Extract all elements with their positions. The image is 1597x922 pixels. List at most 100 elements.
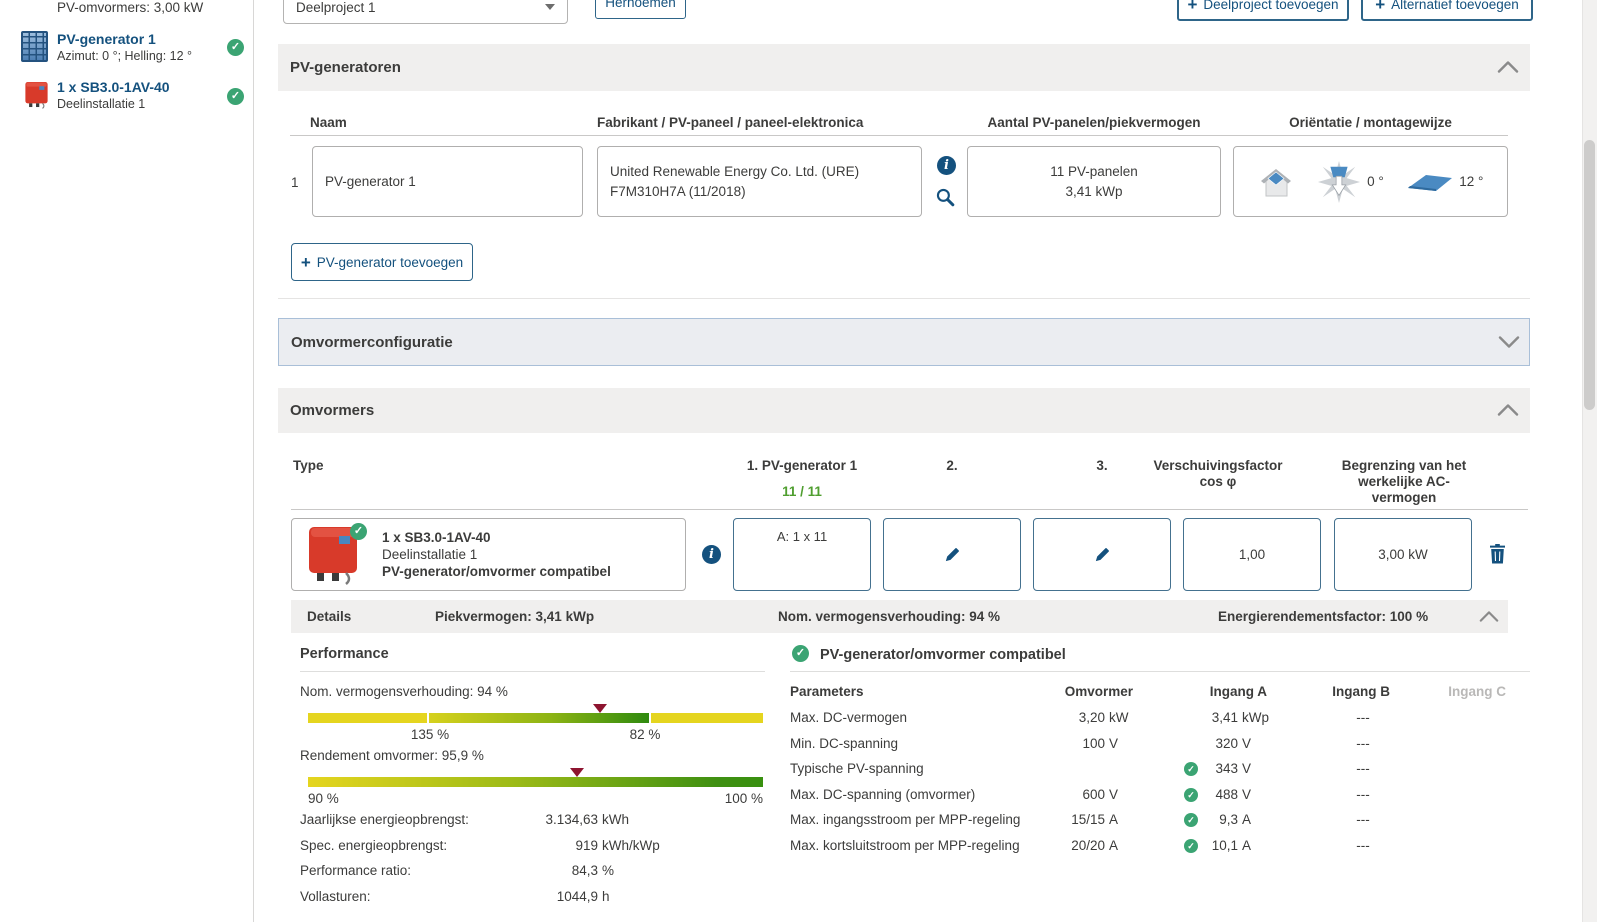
plus-icon: + — [1187, 0, 1197, 13]
column-header-ac-limit: Begrenzing van het werkelijke AC-vermoge… — [1334, 458, 1474, 506]
cosphi-box[interactable]: 1,00 — [1183, 518, 1321, 591]
check-icon: ✓ — [227, 39, 244, 56]
check-icon: ✓ — [792, 645, 809, 662]
details-nominal-ratio: Nom. vermogensverhouding: 94 % — [778, 600, 1000, 633]
input-a-value: 10,1 — [1194, 838, 1238, 853]
column-header-name: Naam — [310, 115, 347, 130]
peak-power: 3,41 kWp — [1065, 182, 1122, 202]
input-a-unit: V — [1242, 761, 1251, 776]
sidebar-item-pv-generator[interactable]: PV-generator 1 Azimut: 0 °; Helling: 12 … — [0, 28, 253, 72]
subproject-select-value: Deelproject 1 — [296, 0, 376, 15]
column-header-2: 2. — [902, 458, 1002, 473]
gauge1-tick-left: 135 % — [390, 727, 470, 742]
vertical-scrollbar[interactable] — [1582, 0, 1597, 922]
sidebar-item-inverter[interactable]: 1 x SB3.0-1AV-40 Deelinstallatie 1 ✓ — [0, 76, 253, 120]
inverter-value: 20/20 — [1045, 838, 1105, 853]
compatibility-title: PV-generator/omvormer compatibel — [820, 647, 1066, 663]
add-subproject-button[interactable]: + Deelproject toevoegen — [1177, 0, 1349, 21]
info-icon[interactable]: i — [937, 156, 956, 175]
subproject-select[interactable]: Deelproject 1 — [283, 0, 568, 24]
metric-value: 919 — [510, 838, 598, 853]
input-a-assignment: A: 1 x 11 — [777, 529, 827, 544]
input-a-value: 9,3 — [1194, 812, 1238, 827]
add-alternative-label: Alternatief toevoegen — [1391, 0, 1519, 12]
pv-generators-section-body: Naam Fabrikant / PV-paneel / paneel-elek… — [278, 91, 1530, 299]
inverter-type-box[interactable]: ✓ 1 x SB3.0-1AV-40 Deelinstallatie 1 PV-… — [291, 518, 686, 591]
panel-select-box[interactable]: United Renewable Energy Co. Ltd. (URE) F… — [597, 146, 922, 217]
rename-button[interactable]: Hernoemen — [595, 0, 686, 19]
chevron-up-icon[interactable] — [1479, 611, 1499, 622]
search-icon[interactable] — [935, 187, 956, 208]
input-b-value: --- — [1343, 736, 1383, 751]
add-pv-generator-label: PV-generator toevoegen — [317, 255, 463, 270]
row-index: 1 — [291, 175, 299, 190]
edit-generator2-button[interactable] — [883, 518, 1021, 591]
pv-generators-section-header[interactable]: PV-generatoren — [278, 44, 1530, 91]
inverter-icon — [24, 81, 49, 109]
orientation-box[interactable]: 0 ° 12 ° — [1233, 146, 1508, 217]
add-pv-generator-button[interactable]: + PV-generator toevoegen — [291, 243, 473, 281]
parameter-label: Max. kortsluitstroom per MPP-regeling — [790, 838, 1020, 853]
column-header-input-c: Ingang C — [1366, 684, 1506, 699]
check-icon: ✓ — [350, 523, 367, 540]
sidebar-item-subtitle: Deelinstallatie 1 — [57, 97, 145, 111]
ac-limit-value: 3,00 kW — [1378, 547, 1428, 562]
scrollbar-thumb[interactable] — [1584, 140, 1595, 410]
chevron-up-icon[interactable] — [1497, 404, 1519, 416]
section-title: Omvormerconfiguratie — [291, 334, 453, 351]
details-bar[interactable]: Details Piekvermogen: 3,41 kWp Nom. verm… — [291, 600, 1508, 633]
parameter-row: Max. DC-spanning (omvormer) 600 V ✓ 488 … — [790, 787, 1535, 805]
input-a-unit: A — [1242, 838, 1251, 853]
metric-row: Spec. energieopbrengst: 919 kWh/kWp — [300, 838, 770, 856]
inverter-unit: kW — [1109, 710, 1129, 725]
parameter-row: Max. DC-vermogen 3,20 kW 3,41 kWp --- — [790, 710, 1535, 728]
edit-generator3-button[interactable] — [1033, 518, 1171, 591]
table-header-divider — [290, 135, 1508, 136]
gauge2-tick-right: 100 % — [683, 791, 763, 806]
column-header-orientation: Oriëntatie / montagewijze — [1233, 115, 1508, 130]
azimuth-value: 0 ° — [1367, 174, 1384, 189]
panel-count-box[interactable]: 11 PV-panelen 3,41 kWp — [967, 146, 1221, 217]
cosphi-value: 1,00 — [1239, 547, 1265, 562]
metric-label: Spec. energieopbrengst: — [300, 838, 447, 853]
details-peak-power: Piekvermogen: 3,41 kWp — [435, 600, 594, 633]
input-a-unit: V — [1242, 736, 1251, 751]
parameter-label: Max. DC-vermogen — [790, 710, 907, 725]
add-alternative-button[interactable]: + Alternatief toevoegen — [1361, 0, 1533, 21]
input-b-value: --- — [1343, 761, 1383, 776]
plus-icon: + — [1375, 0, 1385, 13]
add-subproject-label: Deelproject toevoegen — [1203, 0, 1338, 12]
metric-row: Vollasturen: 1044,9 h — [300, 889, 770, 907]
parameter-label: Typische PV-spanning — [790, 761, 924, 776]
chevron-down-icon[interactable] — [1498, 336, 1520, 348]
inverter-config-section-header[interactable]: Omvormerconfiguratie — [278, 318, 1530, 366]
metric-label: Performance ratio: — [300, 863, 411, 878]
inverter-value: 600 — [1045, 787, 1105, 802]
input-a-value: 320 — [1194, 736, 1238, 751]
panel-model: F7M310H7A (11/2018) — [610, 182, 909, 202]
gauge2-tick-left: 90 % — [308, 791, 339, 806]
chevron-up-icon[interactable] — [1497, 61, 1519, 73]
trash-icon[interactable] — [1490, 544, 1505, 564]
metric-unit: kWh — [602, 812, 629, 827]
generator-name-input[interactable]: PV-generator 1 — [312, 146, 583, 217]
pencil-icon — [943, 545, 962, 564]
metric-label: Jaarlijkse energieopbrengst: — [300, 812, 469, 827]
column-header-generator1: 1. PV-generator 1 — [702, 458, 902, 473]
tilt-icon — [1407, 171, 1453, 193]
input-a-assignment-box[interactable]: A: 1 x 11 — [733, 518, 871, 591]
inverters-section-header[interactable]: Omvormers — [278, 388, 1530, 433]
gauge1-label: Nom. vermogensverhouding: 94 % — [300, 684, 508, 699]
gauge1-tick-right: 82 % — [605, 727, 685, 742]
azimuth-icon — [1317, 160, 1361, 204]
section-title: PV-generatoren — [290, 59, 401, 76]
inverter-title: 1 x SB3.0-1AV-40 — [382, 529, 611, 546]
solar-panel-icon — [21, 31, 48, 62]
ac-limit-box[interactable]: 3,00 kW — [1334, 518, 1472, 591]
info-icon[interactable]: i — [702, 545, 721, 564]
inverter-subtitle: Deelinstallatie 1 — [382, 546, 611, 563]
performance-panel: Performance Nom. vermogensverhouding: 94… — [300, 640, 770, 920]
metric-value: 3.134,63 — [510, 812, 598, 827]
input-b-value: --- — [1343, 710, 1383, 725]
sidebar-summary: PV-omvormers: 3,00 kW — [57, 0, 203, 15]
